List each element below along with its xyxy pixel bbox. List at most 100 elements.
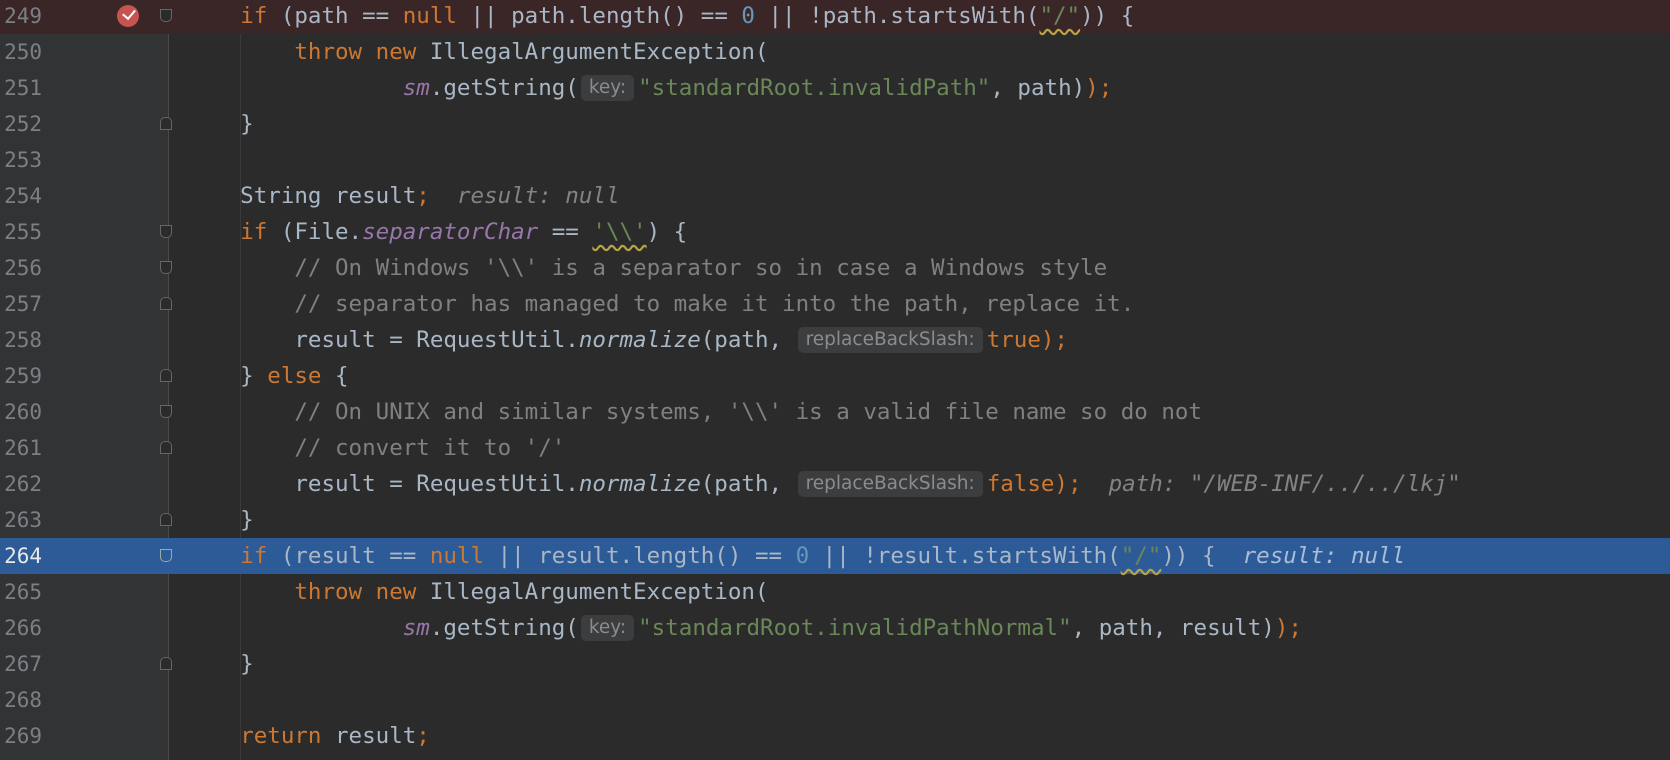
code-token: normalize	[578, 471, 701, 497]
code-token: , path)	[990, 75, 1086, 101]
code-token: result	[321, 723, 417, 749]
code-token: sm	[402, 75, 430, 101]
code-text: }	[186, 106, 254, 142]
code-token: return	[240, 723, 322, 749]
code-line-251[interactable]: 251 sm.getString(key: "standardRoot.inval…	[0, 70, 1670, 106]
code-line-255[interactable]: 255 if (File.separatorChar == '\\') {	[0, 214, 1670, 250]
code-token: else	[267, 363, 322, 389]
code-token: true	[986, 327, 1041, 353]
code-token: // convert it to '/'	[294, 435, 566, 461]
line-number[interactable]: 267	[0, 646, 42, 682]
code-token: null	[402, 3, 457, 29]
parameter-hint: key:	[580, 75, 635, 101]
code-line-261[interactable]: 261 // convert it to '/'	[0, 430, 1670, 466]
line-number[interactable]: 266	[0, 610, 42, 646]
code-text: result = RequestUtil.normalize(path, rep…	[186, 322, 1068, 358]
code-token: normalize	[578, 327, 701, 353]
fold-end-icon[interactable]	[160, 513, 172, 526]
line-number[interactable]: 260	[0, 394, 42, 430]
code-token: )) {	[1080, 3, 1135, 29]
code-token: }	[186, 507, 254, 533]
code-token: ;	[416, 723, 430, 749]
line-number[interactable]: 257	[0, 286, 42, 322]
code-text: // On UNIX and similar systems, '\\' is …	[186, 394, 1202, 430]
code-token: ==	[538, 219, 593, 245]
code-line-269[interactable]: 269 return result;	[0, 718, 1670, 754]
code-text: throw new IllegalArgumentException(	[186, 34, 768, 70]
fold-end-icon[interactable]	[160, 657, 172, 670]
line-number[interactable]: 250	[0, 34, 42, 70]
code-line-266[interactable]: 266 sm.getString(key: "standardRoot.inval…	[0, 610, 1670, 646]
fold-collapse-icon[interactable]	[160, 225, 172, 238]
line-number[interactable]: 254	[0, 178, 42, 214]
fold-end-icon[interactable]	[160, 297, 172, 310]
line-number[interactable]: 249	[0, 0, 42, 34]
code-token: || !result.startsWith(	[809, 543, 1121, 569]
fold-end-icon[interactable]	[160, 117, 172, 130]
code-text: if (result == null || result.length() ==…	[186, 538, 1405, 574]
fold-end-icon[interactable]	[160, 441, 172, 454]
code-token: , path, result)	[1071, 615, 1275, 641]
fold-collapse-icon[interactable]	[160, 261, 172, 274]
code-token: "/"	[1120, 543, 1162, 569]
code-text: String result; result: null	[186, 178, 619, 214]
fold-collapse-icon[interactable]	[160, 405, 172, 418]
line-number[interactable]: 255	[0, 214, 42, 250]
code-line-267[interactable]: 267 }	[0, 646, 1670, 682]
code-token: // On UNIX and similar systems, '\\' is …	[294, 399, 1202, 425]
fold-collapse-icon[interactable]	[160, 549, 172, 562]
code-line-260[interactable]: 260 // On UNIX and similar systems, '\\'…	[0, 394, 1670, 430]
code-line-253[interactable]: 253	[0, 142, 1670, 178]
code-line-259[interactable]: 259 } else {	[0, 358, 1670, 394]
line-number[interactable]: 269	[0, 718, 42, 754]
code-text: }	[186, 646, 254, 682]
code-line-262[interactable]: 262 result = RequestUtil.normalize(path,…	[0, 466, 1670, 502]
code-text: // separator has managed to make it into…	[186, 286, 1134, 322]
inline-debug-value: path: "/WEB-INF/../../lkj"	[1108, 471, 1461, 497]
code-text: // convert it to '/'	[186, 430, 565, 466]
code-line-252[interactable]: 252 }	[0, 106, 1670, 142]
line-number[interactable]: 259	[0, 358, 42, 394]
line-number[interactable]: 262	[0, 466, 42, 502]
line-number[interactable]: 253	[0, 142, 42, 178]
code-line-254[interactable]: 254 String result; result: null	[0, 178, 1670, 214]
code-token: throw new	[294, 579, 417, 605]
line-number[interactable]: 263	[0, 502, 42, 538]
code-line-265[interactable]: 265 throw new IllegalArgumentException(	[0, 574, 1670, 610]
code-line-250[interactable]: 250 throw new IllegalArgumentException(	[0, 34, 1670, 70]
code-token: ) {	[646, 219, 688, 245]
code-token: (result ==	[267, 543, 430, 569]
breakpoint-icon[interactable]	[117, 5, 139, 27]
code-token: (File.	[267, 219, 363, 245]
code-text: // On Windows '\\' is a separator so in …	[186, 250, 1107, 286]
line-number[interactable]: 265	[0, 574, 42, 610]
code-line-256[interactable]: 256 // On Windows '\\' is a separator so…	[0, 250, 1670, 286]
code-token: result = RequestUtil.	[186, 327, 579, 353]
line-number[interactable]: 264	[0, 538, 42, 574]
code-editor[interactable]: 249 if (path == null || path.length() ==…	[0, 0, 1670, 760]
line-number[interactable]: 252	[0, 106, 42, 142]
fold-end-icon[interactable]	[160, 369, 172, 382]
code-token: .getString(	[429, 615, 579, 641]
fold-collapse-icon[interactable]	[160, 9, 172, 22]
code-line-263[interactable]: 263 }	[0, 502, 1670, 538]
code-line-257[interactable]: 257 // separator has managed to make it …	[0, 286, 1670, 322]
line-number[interactable]: 258	[0, 322, 42, 358]
code-token: (path ==	[267, 3, 403, 29]
line-number[interactable]: 256	[0, 250, 42, 286]
code-line-268[interactable]: 268	[0, 682, 1670, 718]
line-number[interactable]: 268	[0, 682, 42, 718]
code-line-258[interactable]: 258 result = RequestUtil.normalize(path,…	[0, 322, 1670, 358]
line-number[interactable]: 261	[0, 430, 42, 466]
line-number[interactable]: 251	[0, 70, 42, 106]
code-token: if	[240, 219, 268, 245]
code-line-249[interactable]: 249 if (path == null || path.length() ==…	[0, 0, 1670, 34]
code-line-264[interactable]: 264 if (result == null || result.length(…	[0, 538, 1670, 574]
